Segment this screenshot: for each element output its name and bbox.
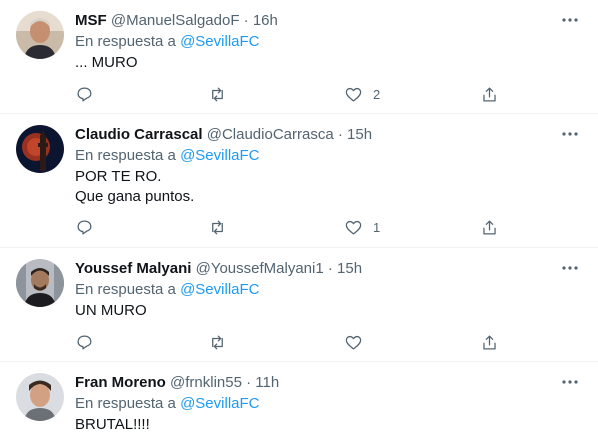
more-button[interactable] (558, 124, 582, 144)
tweet-text-line: ... MURO (75, 54, 138, 71)
display-name[interactable]: Fran Moreno (75, 374, 166, 391)
action-bar: 1 (75, 217, 505, 237)
reply-context: En respuesta a @SevillaFC (75, 146, 260, 166)
tweet-text-line: BRUTAL!!!! (75, 416, 150, 433)
tweet[interactable]: Claudio Carrascal @ClaudioCarrasca · 15h… (0, 114, 598, 248)
share-button[interactable] (480, 217, 499, 237)
tweet-header: Fran Moreno @frnklin55 · 11h (75, 373, 279, 393)
reply-mention[interactable]: @SevillaFC (180, 33, 259, 50)
display-name[interactable]: MSF (75, 12, 107, 29)
reply-icon (77, 220, 92, 234)
retweet-button[interactable] (208, 332, 227, 352)
display-name[interactable]: Claudio Carrascal (75, 126, 203, 143)
like-count: 2 (373, 86, 381, 102)
portrait-icon (16, 373, 64, 421)
avatar[interactable] (16, 373, 64, 421)
reply-button[interactable] (75, 217, 94, 237)
more-icon (562, 18, 578, 22)
user-handle[interactable]: @ManuelSalgadoF (111, 12, 240, 29)
avatar[interactable] (16, 11, 64, 59)
tweet-text: ... MURO (75, 53, 138, 73)
action-bar (75, 332, 505, 352)
separator-dot: · (327, 260, 333, 277)
reply-feed: MSF @ManuelSalgadoF · 16h En respuesta a… (0, 0, 598, 439)
more-icon (562, 266, 578, 270)
user-handle[interactable]: @ClaudioCarrasca (207, 126, 334, 143)
tweet-text: UN MURO (75, 301, 147, 321)
user-handle[interactable]: @frnklin55 (170, 374, 242, 391)
share-icon (483, 220, 496, 234)
tower-icon (16, 125, 64, 173)
more-button[interactable] (558, 258, 582, 278)
tweet-header: Youssef Malyani @YoussefMalyani1 · 15h (75, 259, 362, 279)
display-name[interactable]: Youssef Malyani (75, 260, 191, 277)
reply-prefix: En respuesta a (75, 281, 176, 298)
tweet-text-line: POR TE RO. (75, 168, 162, 185)
reply-context: En respuesta a @SevillaFC (75, 32, 260, 52)
tweet-header: MSF @ManuelSalgadoF · 16h (75, 11, 278, 31)
reply-context: En respuesta a @SevillaFC (75, 280, 260, 300)
user-handle[interactable]: @YoussefMalyani1 (196, 260, 324, 277)
portrait-icon (16, 259, 64, 307)
timestamp[interactable]: 16h (253, 12, 278, 29)
more-button[interactable] (558, 10, 582, 30)
like-button[interactable]: 2 (344, 84, 380, 104)
timestamp[interactable]: 11h (255, 374, 279, 391)
reply-prefix: En respuesta a (75, 33, 176, 50)
separator-dot: · (243, 12, 249, 29)
retweet-button[interactable] (208, 84, 227, 104)
reply-prefix: En respuesta a (75, 395, 176, 412)
retweet-icon (212, 220, 223, 234)
like-button[interactable] (344, 332, 373, 352)
tweet-text-line: Que gana puntos. (75, 188, 195, 205)
reply-context: En respuesta a @SevillaFC (75, 394, 260, 414)
reply-button[interactable] (75, 332, 94, 352)
avatar[interactable] (16, 125, 64, 173)
heart-icon (345, 87, 362, 101)
heart-icon (345, 335, 362, 349)
share-icon (483, 87, 496, 101)
like-button[interactable]: 1 (344, 217, 380, 237)
tweet-text: BRUTAL!!!! (75, 415, 150, 435)
reply-mention[interactable]: @SevillaFC (180, 281, 259, 298)
timestamp[interactable]: 15h (337, 260, 362, 277)
timestamp[interactable]: 15h (347, 126, 372, 143)
tweet[interactable]: MSF @ManuelSalgadoF · 16h En respuesta a… (0, 0, 598, 114)
separator-dot: · (337, 126, 343, 143)
reply-prefix: En respuesta a (75, 147, 176, 164)
reply-icon (77, 87, 92, 101)
tweet-text-line: UN MURO (75, 302, 147, 319)
like-count: 1 (373, 219, 381, 235)
retweet-button[interactable] (208, 217, 227, 237)
tweet[interactable]: Fran Moreno @frnklin55 · 11h En respuest… (0, 362, 598, 439)
share-button[interactable] (480, 84, 499, 104)
reply-mention[interactable]: @SevillaFC (180, 147, 259, 164)
retweet-icon (212, 87, 223, 101)
heart-icon (345, 220, 362, 234)
tweet-text: POR TE RO. Que gana puntos. (75, 167, 194, 207)
more-icon (562, 380, 578, 384)
share-icon (483, 335, 496, 349)
tweet-header: Claudio Carrascal @ClaudioCarrasca · 15h (75, 125, 372, 145)
more-icon (562, 132, 578, 136)
tweet[interactable]: Youssef Malyani @YoussefMalyani1 · 15h E… (0, 248, 598, 362)
reply-button[interactable] (75, 84, 94, 104)
portrait-icon (16, 11, 64, 59)
action-bar: 2 (75, 84, 505, 104)
reply-mention[interactable]: @SevillaFC (180, 395, 259, 412)
separator-dot: · (246, 374, 252, 391)
avatar[interactable] (16, 259, 64, 307)
share-button[interactable] (480, 332, 499, 352)
reply-icon (77, 335, 92, 349)
more-button[interactable] (558, 372, 582, 392)
retweet-icon (212, 335, 223, 349)
